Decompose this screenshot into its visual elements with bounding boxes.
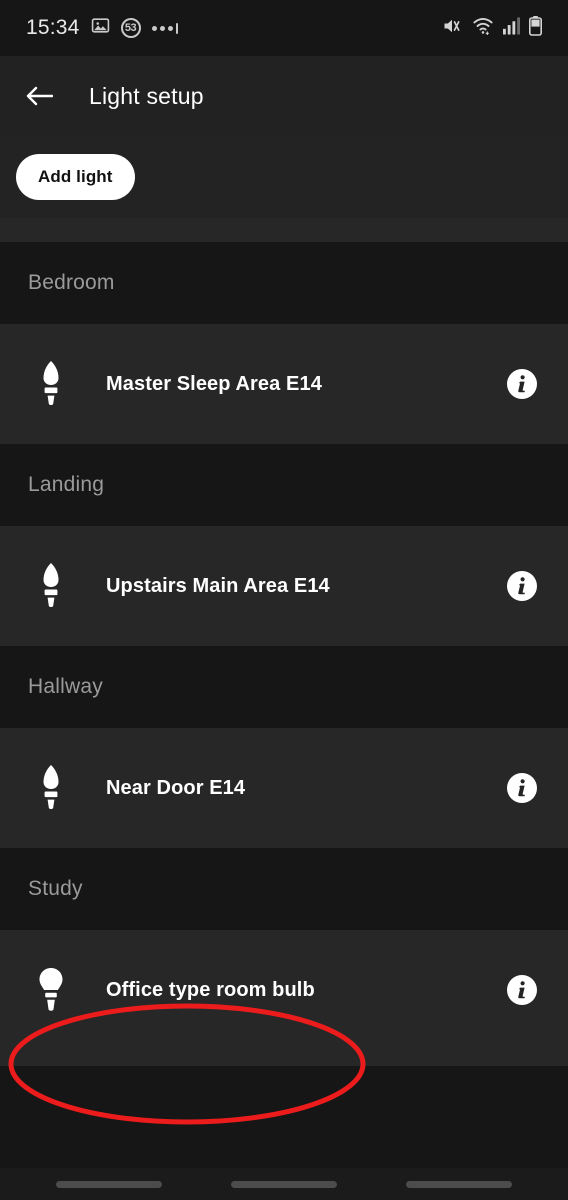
info-icon[interactable]: [506, 974, 538, 1006]
cellular-signal-icon: [503, 17, 520, 40]
list-bottom-filler: [0, 1066, 568, 1106]
light-row[interactable]: Near Door E14: [0, 728, 568, 848]
battery-icon: [529, 15, 542, 41]
status-bar-right: [441, 15, 542, 41]
home-pill[interactable]: [230, 1180, 337, 1188]
section-header: Hallway: [0, 646, 568, 728]
system-navigation-bar: [0, 1168, 568, 1200]
notification-count-badge: 53: [120, 18, 141, 38]
recents-pill[interactable]: [56, 1180, 163, 1188]
candle-bulb-icon: [28, 360, 74, 408]
back-arrow-icon[interactable]: [26, 85, 54, 107]
status-bar: 15:34 53: [0, 0, 568, 56]
back-pill[interactable]: [405, 1180, 512, 1188]
more-notifications-icon: [151, 22, 178, 34]
section-header: Bedroom: [0, 242, 568, 324]
section-header-label: Hallway: [28, 675, 103, 698]
section-header-label: Landing: [28, 473, 105, 496]
candle-bulb-icon: [28, 764, 74, 812]
light-name-label: Master Sleep Area E14: [106, 372, 322, 395]
wifi-icon: [472, 16, 494, 40]
standard-bulb-icon: [28, 966, 74, 1014]
section-header-label: Study: [28, 877, 83, 900]
image-icon: [91, 16, 110, 40]
app-bar: Light setup: [0, 56, 568, 136]
light-list: Bedroom Master Sleep Area E14 Landing Upsta…: [0, 242, 568, 1106]
info-icon[interactable]: [506, 570, 538, 602]
add-light-button[interactable]: Add light: [16, 154, 135, 200]
light-name-label: Upstairs Main Area E14: [106, 574, 330, 597]
section-header: Landing: [0, 444, 568, 526]
light-row[interactable]: Office type room bulb: [0, 930, 568, 1050]
section-header: Study: [0, 848, 568, 930]
phone-screen: 15:34 53 Light setup Add light Bedroom M…: [0, 0, 568, 1200]
page-title: Light setup: [89, 82, 204, 109]
light-name-label: Near Door E14: [106, 776, 246, 799]
status-bar-clock: 15:34: [26, 16, 80, 39]
section-header-label: Bedroom: [28, 271, 115, 294]
status-bar-left: 15:34 53: [26, 16, 178, 40]
light-name-label: Office type room bulb: [106, 978, 315, 1001]
candle-bulb-icon: [28, 562, 74, 610]
add-light-bar: Add light: [0, 136, 568, 218]
list-top-spacer: [0, 218, 568, 242]
light-row[interactable]: Master Sleep Area E14: [0, 324, 568, 444]
light-row[interactable]: Upstairs Main Area E14: [0, 526, 568, 646]
info-icon[interactable]: [506, 772, 538, 804]
info-icon[interactable]: [506, 368, 538, 400]
volume-mute-icon: [441, 16, 463, 41]
list-bottom-spacer: [0, 1050, 568, 1066]
